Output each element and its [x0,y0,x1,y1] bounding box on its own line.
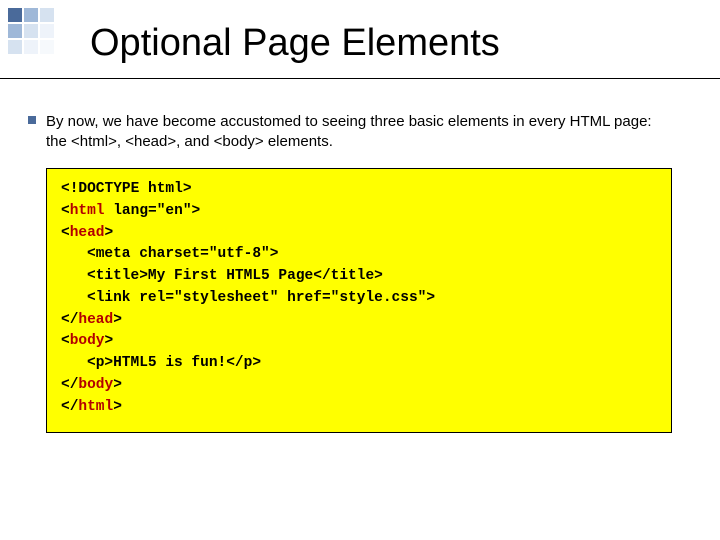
code-line: </body> [61,375,657,397]
corner-decoration [8,8,68,54]
code-line: <body> [61,331,657,353]
code-line: <html lang="en"> [61,201,657,223]
bullet-icon [28,116,36,124]
page-title: Optional Page Elements [90,22,500,65]
title-underline [0,78,720,79]
code-line: <meta charset="utf-8"> [61,244,657,266]
code-line: <link rel="stylesheet" href="style.css"> [61,288,657,310]
code-line: <title>My First HTML5 Page</title> [61,266,657,288]
code-line: </html> [61,397,657,419]
code-line: </head> [61,310,657,332]
code-line: <head> [61,223,657,245]
intro-paragraph: By now, we have become accustomed to see… [46,112,672,153]
code-line: <p>HTML5 is fun!</p> [61,353,657,375]
code-line: <!DOCTYPE html> [61,179,657,201]
code-example: <!DOCTYPE html> <html lang="en"> <head> … [46,168,672,433]
